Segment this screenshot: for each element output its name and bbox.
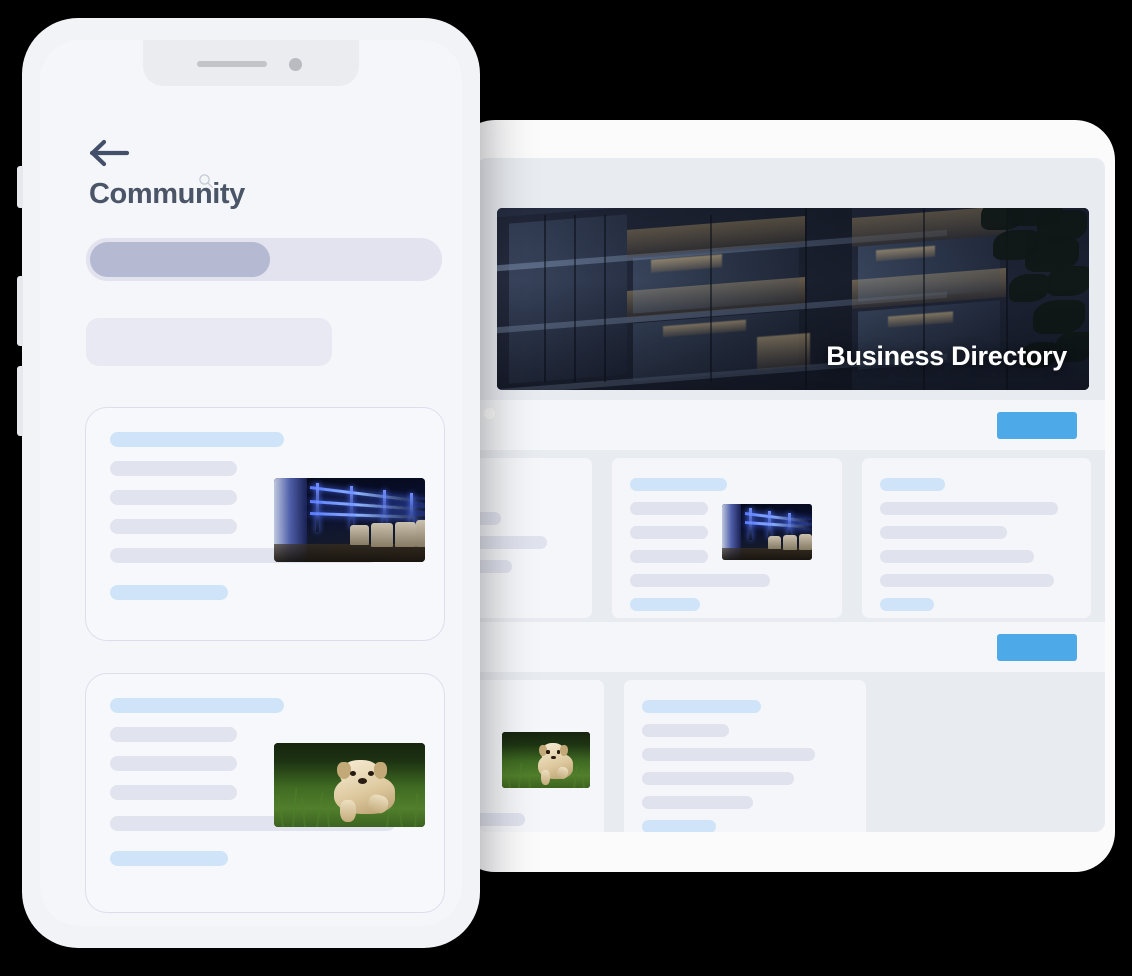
- front-camera-icon: [289, 58, 302, 71]
- phone-notch: [143, 40, 359, 86]
- tablet-front-camera: [484, 408, 495, 419]
- hero-title: Business Directory: [826, 341, 1067, 371]
- tablet-toolbar-1: [477, 400, 1105, 450]
- phone-volume-down-button[interactable]: [17, 366, 23, 436]
- card-thumbnail: [502, 732, 591, 788]
- phone-screen: Community: [40, 40, 462, 926]
- phone-silent-switch[interactable]: [17, 166, 23, 208]
- list-item[interactable]: [85, 407, 445, 641]
- tablet-screen: Business Directory: [477, 158, 1105, 832]
- back-arrow-icon[interactable]: [89, 138, 131, 168]
- tablet-device: Business Directory: [455, 120, 1115, 872]
- tablet-primary-button-2[interactable]: [997, 634, 1077, 661]
- table-row[interactable]: [861, 458, 1091, 618]
- filter-pill[interactable]: [86, 318, 332, 366]
- tablet-primary-button-1[interactable]: [997, 412, 1077, 439]
- phone-device: Community: [17, 18, 480, 948]
- post-thumbnail: [274, 478, 425, 562]
- segmented-control-selected-thumb: [90, 242, 270, 277]
- speaker-grille-icon: [197, 61, 267, 67]
- list-item[interactable]: [85, 673, 445, 913]
- tablet-card-row-1: [477, 458, 1105, 618]
- hero-banner: Business Directory: [497, 208, 1089, 390]
- post-thumbnail: [274, 743, 425, 827]
- table-row[interactable]: [612, 458, 842, 618]
- phone-volume-up-button[interactable]: [17, 276, 23, 346]
- card-thumbnail: [721, 504, 812, 560]
- segmented-control[interactable]: [86, 238, 442, 281]
- tablet-toolbar-2: [477, 622, 1105, 672]
- page-title: Community: [89, 178, 245, 210]
- tablet-card-row-2: [477, 680, 1105, 832]
- table-row[interactable]: [477, 458, 593, 618]
- table-row[interactable]: [624, 680, 866, 832]
- mockup-stage: Business Directory Community: [0, 0, 1132, 976]
- table-row[interactable]: [477, 680, 605, 832]
